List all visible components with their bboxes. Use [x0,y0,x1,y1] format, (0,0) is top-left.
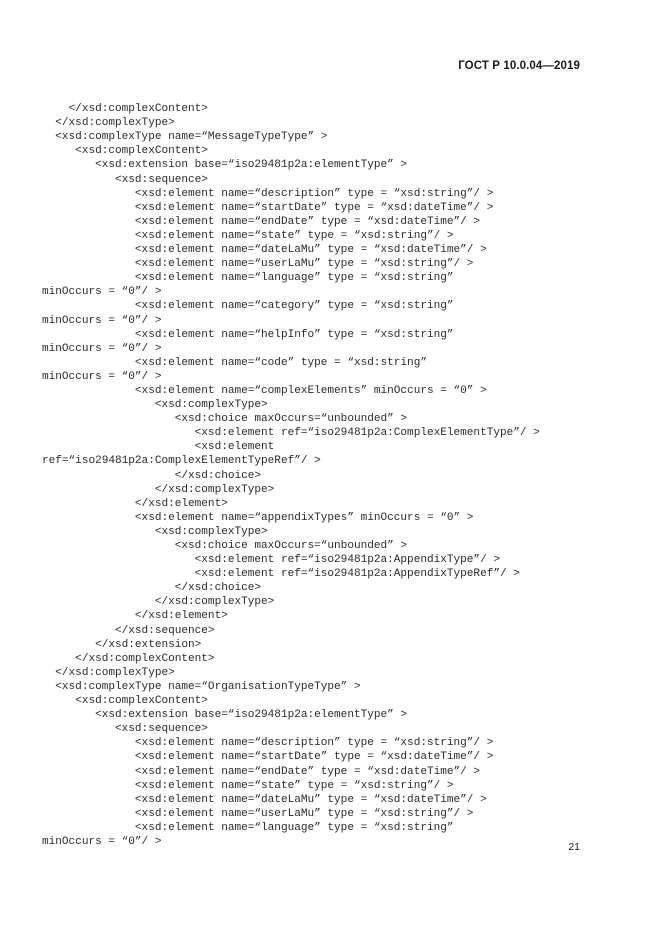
code-line: </xsd:element> [42,610,228,623]
code-line: <xsd:element name=“endDate” type = “xsd:… [42,765,481,778]
code-line: </xsd:complexType> [42,117,175,130]
code-line: <xsd:element name=“userLaMu” type = “xsd… [42,807,474,820]
code-line: minOccurs = “0”/ > [42,286,162,299]
code-line: <xsd:element name=“category” type = “xsd… [42,300,454,313]
code-line: <xsd:sequence> [42,723,208,736]
code-line: <xsd:element name=“helpInfo” type = “xsd… [42,328,454,341]
code-line: minOccurs = “0”/ > [42,314,162,327]
code-line: <xsd:element name=“dateLaMu” type = “xsd… [42,244,487,257]
code-line: <xsd:complexType> [42,525,268,538]
document-page: ГОСТ Р 10.0.04—2019 </xsd:complexContent… [0,0,661,935]
code-line: <xsd:element name=“startDate” type = “xs… [42,201,494,214]
code-line: <xsd:element name=“dateLaMu” type = “xsd… [42,793,487,806]
xsd-code-listing: </xsd:complexContent> </xsd:complexType>… [42,102,642,849]
code-line: <xsd:element name=“appendixTypes” minOcc… [42,511,474,524]
code-line: <xsd:choice maxOccurs=“unbounded” > [42,540,408,552]
code-line: </xsd:extension> [42,638,202,651]
code-line: minOccurs = “0”/ > [42,370,162,383]
code-line: <xsd:extension base=“iso29481p2a:element… [42,159,408,172]
code-line: </xsd:complexContent> [42,652,215,665]
code-line: <xsd:choice maxOccurs=“unbounded” > [42,413,408,426]
code-line: </xsd:complexType> [42,483,275,496]
code-line: <xsd:element [42,441,275,454]
code-line: ref=“iso29481p2a:ComplexElementTypeRef”/… [42,455,321,468]
code-line: <xsd:element name=“userLaMu” type = “xsd… [42,258,474,271]
code-line: <xsd:element name=“language” type = “xsd… [42,821,454,834]
code-line: </xsd:element> [42,497,228,510]
code-line: <xsd:element ref=“iso29481p2a:AppendixTy… [42,554,500,567]
running-head: ГОСТ Р 10.0.04—2019 [458,60,580,72]
code-line: minOccurs = “0”/ > [42,342,162,355]
page-number: 21 [568,841,580,853]
code-line: minOccurs = “0”/ > [42,835,162,848]
code-line: <xsd:complexContent> [42,145,208,158]
code-line: <xsd:element name=“endDate” type = “xsd:… [42,215,481,228]
code-line: </xsd:complexType> [42,666,175,679]
code-line: </xsd:sequence> [42,624,215,637]
code-line: <xsd:element name=“state” type = “xsd:st… [42,229,454,242]
code-line: <xsd:element ref=“iso29481p2a:AppendixTy… [42,568,520,581]
code-line: </xsd:complexContent> [42,103,208,116]
code-line: <xsd:element name=“description” type = “… [42,187,494,200]
code-line: <xsd:complexType name=“MessageTypeType” … [42,131,328,144]
code-line: </xsd:choice> [42,469,262,482]
code-line: <xsd:element ref=“iso29481p2a:ComplexEle… [42,427,540,440]
code-line: <xsd:complexType> [42,399,268,412]
code-line: <xsd:element name=“startDate” type = “xs… [42,751,494,764]
code-line: <xsd:element name=“code” type = “xsd:str… [42,356,427,369]
code-line: <xsd:complexType name=“OrganisationTypeT… [42,680,361,693]
code-line: <xsd:element name=“state” type = “xsd:st… [42,779,454,792]
code-line: <xsd:complexContent> [42,695,208,708]
code-line: </xsd:complexType> [42,596,275,609]
code-line: <xsd:element name=“language” type = “xsd… [42,272,454,285]
code-line: <xsd:element name=“description” type = “… [42,737,494,750]
code-line: <xsd:extension base=“iso29481p2a:element… [42,709,408,722]
code-line: <xsd:sequence> [42,173,208,186]
code-line: <xsd:element name=“complexElements” minO… [42,384,487,397]
code-line: </xsd:choice> [42,582,262,595]
